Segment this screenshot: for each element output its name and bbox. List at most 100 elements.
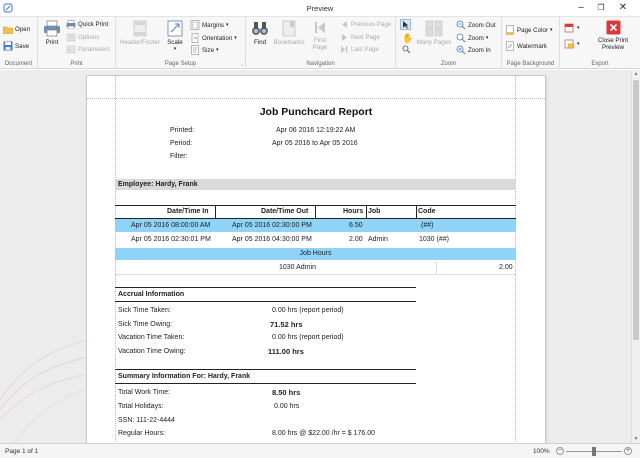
last-page-button[interactable]: Last Page	[340, 45, 379, 54]
zoom-out-icon	[456, 20, 466, 30]
zoom-in-small-button[interactable]: +	[624, 447, 632, 455]
pointer-tool[interactable]	[400, 19, 411, 30]
find-button[interactable]: Find	[249, 20, 271, 46]
next-arrow-icon	[342, 34, 347, 41]
margins-icon	[190, 20, 200, 30]
preview-canvas[interactable]: Job Punchcard Report Printed: Apr 06 201…	[0, 70, 640, 443]
minimize-button[interactable]: –	[574, 2, 588, 14]
col-divider	[366, 205, 367, 218]
scale-dropdown-arrow: ▾	[173, 46, 177, 52]
accrual-label: Vacation Time Taken:	[118, 334, 185, 341]
pointer-icon	[403, 21, 409, 29]
orientation-button[interactable]: Orientation ▾	[190, 33, 237, 43]
accrual-value: 0.00 hrs (report period)	[272, 334, 344, 341]
quick-print-icon	[66, 20, 76, 29]
scroll-down-arrow[interactable]: ▼	[632, 436, 640, 442]
next-page-button[interactable]: Next Page	[340, 33, 380, 42]
maximize-button[interactable]: ❐	[594, 2, 608, 14]
accrual-label: Vacation Time Owing:	[118, 348, 186, 355]
page-setup-group-label: Page Setup	[164, 61, 197, 67]
save-button[interactable]: Save	[3, 41, 29, 51]
watermark-icon	[506, 41, 514, 51]
bookmarks-icon	[282, 20, 296, 37]
print-button[interactable]: Print	[41, 20, 63, 46]
page-color-button[interactable]: Page Color ▾	[505, 25, 552, 35]
summary-value: 8.00 hrs @ $22.00 /hr = $ 176.00	[272, 430, 376, 437]
printed-value: Apr 06 2016 12:19:22 AM	[276, 127, 356, 134]
zoom-slider-thumb[interactable]	[592, 447, 596, 456]
job-hours-rule	[115, 274, 516, 275]
margins-button[interactable]: Margins ▾	[190, 20, 229, 30]
vertical-scrollbar[interactable]: ▲ ▼	[631, 70, 640, 443]
zoom-in-icon	[456, 45, 466, 55]
magnifier-icon	[402, 45, 411, 54]
send-via-email-button[interactable]: ▾	[564, 39, 580, 49]
close-window-button[interactable]: ✕	[616, 2, 630, 14]
header-footer-icon	[133, 20, 147, 37]
options-icon	[66, 33, 76, 42]
page-setup-dialog-launcher[interactable]: ⌟	[241, 61, 243, 67]
previous-page-button[interactable]: Previous Page	[340, 20, 391, 29]
parameters-button[interactable]: Parameters	[66, 45, 110, 54]
export-dropdown-arrow: ▾	[577, 25, 580, 31]
row2-job: Admin	[368, 236, 388, 243]
page-background-group: Page Color ▾ Watermark Page Background	[502, 17, 560, 68]
ribbon: Open Save Document Print Quick Print Opt…	[0, 17, 640, 69]
navigation-group: Find Bookmarks First Page Previous Page …	[246, 17, 396, 68]
printed-label: Printed:	[170, 127, 195, 134]
scroll-up-arrow[interactable]: ▲	[632, 71, 640, 77]
page-size-icon	[191, 45, 199, 55]
bookmarks-button[interactable]: Bookmarks	[273, 20, 305, 46]
open-button[interactable]: Open	[3, 25, 30, 34]
hand-tool[interactable]: ✋	[402, 33, 413, 44]
cell-divider	[436, 261, 437, 274]
accrual-value: 111.00 hrs	[268, 347, 304, 356]
page-indicator: Page 1 of 1	[5, 448, 39, 455]
zoom-icon	[456, 33, 466, 43]
size-button[interactable]: Size ▾	[190, 45, 219, 55]
summary-label: Total Holidays:	[118, 403, 164, 410]
scale-button[interactable]: Scale ▾	[164, 20, 186, 53]
accrual-top-rule	[115, 287, 416, 288]
zoom-slider[interactable]	[566, 447, 622, 456]
zoom-in-button[interactable]: Zoom In	[456, 45, 491, 55]
many-pages-icon	[425, 20, 443, 37]
job-hours-value: 2.00	[499, 264, 513, 271]
last-page-icon	[341, 46, 348, 53]
summary-label: Regular Hours:	[118, 430, 166, 437]
status-bar: Page 1 of 1 100% − +	[0, 443, 640, 458]
print-group: Print Quick Print Options Parameters Pri…	[38, 17, 116, 68]
period-value: Apr 05 2016 to Apr 05 2016	[272, 140, 358, 147]
export-to-button[interactable]: ▾	[564, 23, 580, 33]
top-margin-guide	[87, 98, 545, 99]
accrual-value: 71.52 hrs	[270, 320, 303, 329]
options-button[interactable]: Options	[66, 33, 99, 42]
first-page-button[interactable]: First Page	[310, 20, 330, 51]
email-export-icon	[564, 39, 575, 49]
watermark-button[interactable]: Watermark	[505, 41, 547, 51]
col-header-code: Code	[418, 208, 436, 215]
zoom-dropdown-arrow: ▾	[485, 35, 489, 41]
accrual-label: Sick Time Owing:	[118, 321, 173, 328]
printer-icon	[44, 20, 60, 37]
magnifier-tool[interactable]	[402, 45, 411, 56]
scrollbar-thumb[interactable]	[633, 80, 639, 340]
close-print-preview-button[interactable]: Close Print Preview	[590, 20, 636, 51]
col-header-datetime-in: Date/Time In	[167, 208, 209, 215]
col-divider	[416, 205, 417, 218]
export-group-label: Export	[591, 61, 609, 67]
navigation-group-label: Navigation	[306, 61, 335, 67]
page-color-icon	[506, 25, 514, 35]
orientation-icon	[191, 33, 199, 43]
quick-print-button[interactable]: Quick Print	[66, 20, 108, 29]
orientation-dropdown-arrow: ▾	[234, 35, 237, 41]
many-pages-button[interactable]: Many Pages	[416, 20, 452, 46]
page-setup-group: Header/Footer Scale ▾ Margins ▾ Orientati…	[116, 17, 246, 68]
header-footer-button[interactable]: Header/Footer	[118, 20, 162, 46]
parameters-icon	[66, 45, 76, 54]
zoom-out-button[interactable]: Zoom Out	[456, 20, 496, 30]
job-hours-label: Job Hours	[299, 250, 332, 257]
zoom-out-small-button[interactable]: −	[556, 447, 564, 455]
row1-out: Apr 05 2016 02:30:00 PM	[232, 222, 312, 229]
zoom-button[interactable]: Zoom ▾	[456, 33, 488, 43]
